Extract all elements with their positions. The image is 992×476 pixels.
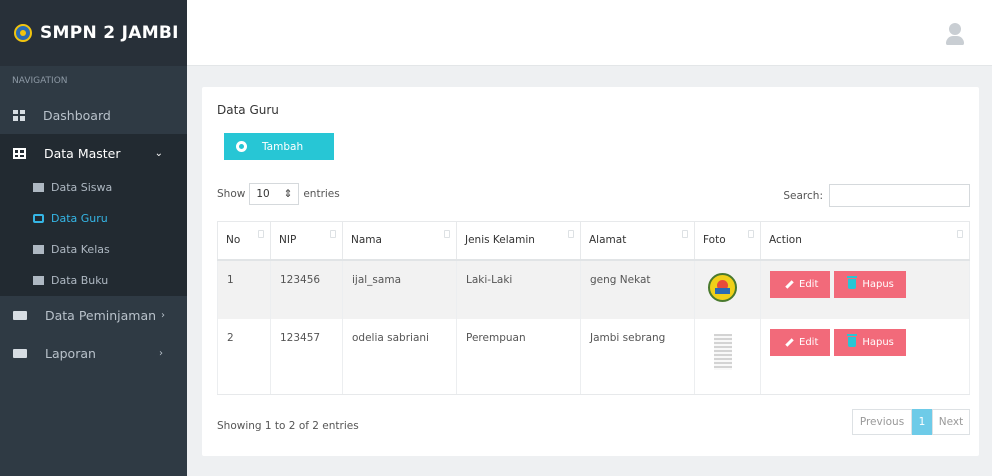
teacher-icon — [33, 214, 44, 223]
sidebar-item-dashboard[interactable]: Dashboard — [0, 96, 187, 134]
data-guru-panel: Data Guru Tambah Show 10 ⇕ entries Searc… — [202, 87, 979, 456]
add-button[interactable]: Tambah — [224, 133, 334, 160]
school-logo-image — [708, 272, 737, 302]
sidebar-item-data-guru[interactable]: Data Guru — [0, 203, 187, 234]
page-1-button[interactable]: 1 — [912, 409, 932, 435]
dashboard-icon — [13, 109, 25, 121]
sort-icon — [330, 230, 336, 238]
sort-icon — [682, 230, 688, 238]
submenu: Data Siswa Data Guru Data Kelas Data Buk… — [0, 172, 187, 296]
grid-icon — [33, 245, 44, 254]
sidebar-item-laporan[interactable]: Laporan › — [0, 334, 187, 372]
search-label: Search: — [783, 189, 823, 202]
sort-icon — [957, 230, 963, 238]
sidebar-item-label: Data Siswa — [51, 181, 113, 194]
cell-nama: ijal_sama — [342, 259, 457, 319]
entries-value: 10 — [256, 188, 270, 200]
cell-action: Edit Hapus — [760, 259, 970, 319]
previous-button[interactable]: Previous — [852, 409, 912, 435]
guru-table: No NIP Nama Jenis Kelamin Alamat Foto Ac… — [217, 221, 970, 395]
search-input[interactable] — [829, 184, 970, 207]
cell-no: 1 — [217, 259, 271, 319]
page-title: Data Guru — [217, 103, 279, 117]
sidebar: SMPN 2 JAMBI NAVIGATION Dashboard Data M… — [0, 0, 187, 476]
column-header-action[interactable]: Action — [760, 221, 970, 261]
sidebar-item-label: Laporan — [45, 345, 96, 361]
sidebar-item-data-siswa[interactable]: Data Siswa — [0, 172, 187, 203]
delete-button[interactable]: Hapus — [834, 328, 907, 356]
sort-icon — [258, 230, 264, 238]
column-header-nip[interactable]: NIP — [270, 221, 343, 261]
table-row: 2 123457 odelia sabriani Perempuan Jambi… — [217, 318, 970, 395]
cell-nip: 123457 — [270, 318, 343, 395]
cell-foto — [694, 318, 761, 395]
table-header-row: No NIP Nama Jenis Kelamin Alamat Foto Ac… — [217, 221, 970, 261]
delete-button[interactable]: Hapus — [834, 270, 907, 298]
sidebar-item-label: Data Master — [44, 145, 121, 161]
next-button[interactable]: Next — [932, 409, 970, 435]
sidebar-item-data-buku[interactable]: Data Buku — [0, 265, 187, 296]
cell-alamat: geng Nekat — [580, 259, 695, 319]
cell-foto — [694, 259, 761, 319]
table-row: 1 123456 ijal_sama Laki-Laki geng Nekat … — [217, 259, 970, 319]
sidebar-item-data-peminjaman[interactable]: Data Peminjaman › — [0, 296, 187, 334]
school-logo-icon — [14, 24, 32, 42]
chevron-right-icon: › — [161, 309, 165, 321]
pagination: Previous 1 Next — [852, 409, 970, 435]
search: Search: — [783, 184, 970, 207]
column-header-jenis-kelamin[interactable]: Jenis Kelamin — [456, 221, 581, 261]
select-arrows-icon: ⇕ — [283, 188, 293, 200]
users-icon — [33, 183, 44, 192]
edit-button[interactable]: Edit — [770, 328, 830, 356]
topbar — [187, 0, 992, 66]
table-icon — [13, 147, 26, 159]
pencil-icon — [785, 279, 794, 289]
trash-icon — [847, 276, 858, 289]
sidebar-item-label: Data Peminjaman — [45, 307, 157, 323]
plus-circle-icon — [236, 141, 247, 152]
user-avatar-icon[interactable] — [946, 23, 964, 45]
show-entries: Show 10 ⇕ entries — [217, 183, 340, 205]
sidebar-item-label: Data Buku — [51, 274, 109, 287]
cell-jenis-kelamin: Perempuan — [456, 318, 581, 395]
cell-action: Edit Hapus — [760, 318, 970, 395]
chevron-right-icon: › — [159, 347, 163, 359]
cell-jenis-kelamin: Laki-Laki — [456, 259, 581, 319]
column-header-alamat[interactable]: Alamat — [580, 221, 695, 261]
card-icon — [13, 348, 27, 358]
book-icon — [33, 276, 44, 285]
card-icon — [13, 310, 27, 320]
entries-label: entries — [303, 188, 340, 200]
cell-no: 2 — [217, 318, 271, 395]
table-info: Showing 1 to 2 of 2 entries — [217, 420, 359, 432]
sidebar-item-data-master[interactable]: Data Master ⌄ — [0, 134, 187, 172]
edit-button[interactable]: Edit — [770, 270, 830, 298]
cell-nama: odelia sabriani — [342, 318, 457, 395]
brand[interactable]: SMPN 2 JAMBI — [0, 0, 187, 66]
sidebar-item-label: Data Kelas — [51, 243, 110, 256]
nav-header: NAVIGATION — [12, 76, 68, 86]
add-button-label: Tambah — [262, 140, 304, 153]
column-header-nama[interactable]: Nama — [342, 221, 457, 261]
document-image — [714, 333, 732, 370]
sidebar-item-data-kelas[interactable]: Data Kelas — [0, 234, 187, 265]
column-header-no[interactable]: No — [217, 221, 271, 261]
chevron-down-icon: ⌄ — [154, 147, 163, 159]
cell-nip: 123456 — [270, 259, 343, 319]
sort-icon — [444, 230, 450, 238]
entries-select[interactable]: 10 ⇕ — [249, 183, 300, 205]
sort-icon — [568, 230, 574, 238]
pencil-icon — [785, 337, 794, 347]
cell-alamat: Jambi sebrang — [580, 318, 695, 395]
sidebar-item-label: Data Guru — [51, 212, 108, 225]
sort-icon — [748, 230, 754, 238]
trash-icon — [847, 334, 858, 347]
show-label: Show — [217, 188, 246, 200]
app-title: SMPN 2 JAMBI — [40, 23, 179, 43]
column-header-foto[interactable]: Foto — [694, 221, 761, 261]
sidebar-item-label: Dashboard — [43, 107, 111, 123]
